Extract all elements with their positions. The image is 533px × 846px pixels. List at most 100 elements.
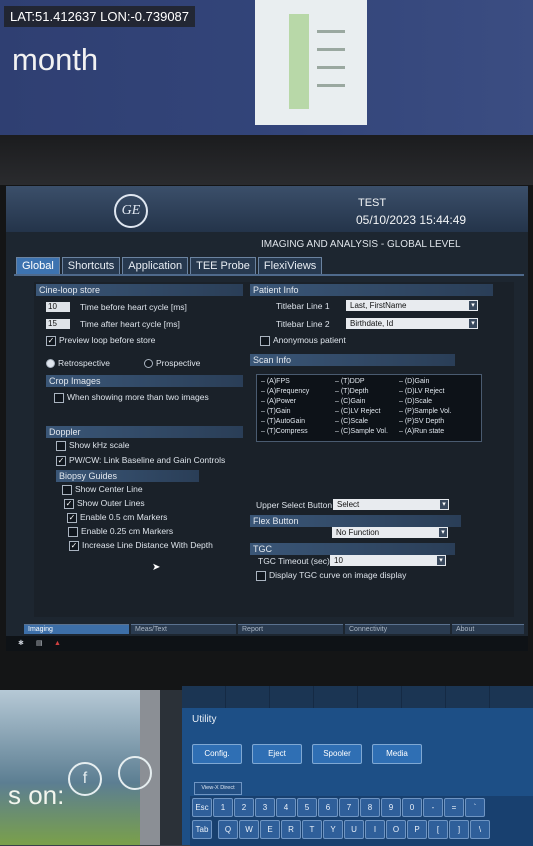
key[interactable]: 2 xyxy=(234,798,254,817)
increase-distance-checkbox[interactable]: ✓ Increase Line Distance With Depth xyxy=(69,540,213,551)
titlebar-line1-dropdown[interactable]: Last, FirstName ▾ xyxy=(346,300,478,311)
scan-item[interactable]: – (T)Gain xyxy=(261,408,291,415)
outer-lines-label: Show Outer Lines xyxy=(77,498,145,508)
eject-button[interactable]: Eject xyxy=(252,744,302,764)
key[interactable]: = xyxy=(444,798,464,817)
upper-select-dropdown[interactable]: Select ▾ xyxy=(333,499,449,510)
wall-poster xyxy=(255,0,367,125)
tab-shortcuts[interactable]: Shortcuts xyxy=(61,257,121,274)
flex-button-dropdown[interactable]: No Function ▾ xyxy=(332,527,448,538)
key[interactable]: 7 xyxy=(339,798,359,817)
biopsy-guides-header: Biopsy Guides xyxy=(56,470,199,482)
touch-top-icon[interactable] xyxy=(490,686,533,708)
touch-top-icon[interactable] xyxy=(446,686,489,708)
scan-item[interactable]: – (C)Gain xyxy=(335,398,365,405)
touch-top-icon[interactable] xyxy=(314,686,357,708)
key[interactable]: Y xyxy=(323,820,343,839)
tab-tee-probe[interactable]: TEE Probe xyxy=(190,257,256,274)
key-esc[interactable]: Esc xyxy=(192,798,212,817)
key[interactable]: I xyxy=(365,820,385,839)
scan-item[interactable]: – (A)Frequency xyxy=(261,388,309,395)
key[interactable]: 8 xyxy=(360,798,380,817)
marker-05-checkbox[interactable]: ✓ Enable 0.5 cm Markers xyxy=(67,512,167,523)
bottom-tab-bar: Imaging Meas/Text Report Connectivity Ab… xyxy=(24,624,524,634)
touch-top-icon[interactable] xyxy=(270,686,313,708)
tgc-display-checkbox[interactable]: Display TGC curve on image display xyxy=(256,570,406,581)
touch-top-icon[interactable] xyxy=(402,686,445,708)
time-after-input[interactable]: 15 xyxy=(46,319,70,329)
scan-item[interactable]: – (T)DDP xyxy=(335,378,365,385)
status-bar: ✱ ▤ ▲ xyxy=(6,636,528,651)
key-tab[interactable]: Tab xyxy=(192,820,212,839)
time-before-input[interactable]: 10 xyxy=(46,302,70,312)
printer-icon[interactable]: ▤ xyxy=(36,640,43,647)
key[interactable]: W xyxy=(239,820,259,839)
scan-item[interactable]: – (D)Gain xyxy=(399,378,429,385)
retrospective-radio[interactable]: Retrospective xyxy=(46,358,110,369)
link-baseline-checkbox[interactable]: ✓ PW/CW: Link Baseline and Gain Controls xyxy=(56,455,225,466)
bottom-tab-connectivity[interactable]: Connectivity xyxy=(345,624,450,634)
checkbox-empty-icon xyxy=(56,440,66,451)
touch-top-icon[interactable] xyxy=(358,686,401,708)
key[interactable]: \ xyxy=(470,820,490,839)
bottom-tab-imaging[interactable]: Imaging xyxy=(24,624,129,634)
preview-loop-checkbox[interactable]: ✓ Preview loop before store xyxy=(46,335,155,346)
key[interactable]: O xyxy=(386,820,406,839)
crop-images-checkbox[interactable]: When showing more than two images xyxy=(54,392,209,403)
spooler-button[interactable]: Spooler xyxy=(312,744,362,764)
scan-item[interactable]: – (C)Sample Vol. xyxy=(335,428,388,435)
key[interactable]: Q xyxy=(218,820,238,839)
gear-icon[interactable]: ✱ xyxy=(18,640,25,647)
tgc-timeout-dropdown[interactable]: 10 ▾ xyxy=(330,555,446,566)
view-direct-button[interactable]: View-X Direct xyxy=(194,782,242,795)
cine-loop-header: Cine-loop store xyxy=(36,284,243,296)
bottom-tab-report[interactable]: Report xyxy=(238,624,343,634)
key[interactable]: [ xyxy=(428,820,448,839)
key[interactable]: 9 xyxy=(381,798,401,817)
key[interactable]: 3 xyxy=(255,798,275,817)
tab-application[interactable]: Application xyxy=(122,257,189,274)
scan-item[interactable]: – (C)Scale xyxy=(335,418,368,425)
media-button[interactable]: Media xyxy=(372,744,422,764)
scan-item[interactable]: – (T)AutoGain xyxy=(261,418,305,425)
bottom-tab-about[interactable]: About xyxy=(452,624,524,634)
outer-lines-checkbox[interactable]: ✓ Show Outer Lines xyxy=(64,498,145,509)
key[interactable]: 5 xyxy=(297,798,317,817)
scan-item[interactable]: – (A)Power xyxy=(261,398,296,405)
scan-item[interactable]: – (P)Sample Vol. xyxy=(399,408,452,415)
key[interactable]: - xyxy=(423,798,443,817)
checkbox-checked-icon: ✓ xyxy=(67,512,77,523)
key[interactable]: ` xyxy=(465,798,485,817)
anonymous-checkbox[interactable]: Anonymous patient xyxy=(260,335,346,346)
key[interactable]: T xyxy=(302,820,322,839)
bottom-tab-meas-text[interactable]: Meas/Text xyxy=(131,624,236,634)
key[interactable]: ] xyxy=(449,820,469,839)
key[interactable]: P xyxy=(407,820,427,839)
key[interactable]: 6 xyxy=(318,798,338,817)
key[interactable]: 0 xyxy=(402,798,422,817)
prospective-radio[interactable]: Prospective xyxy=(144,358,200,369)
scan-item[interactable]: – (C)LV Reject xyxy=(335,408,380,415)
scan-item[interactable]: – (A)Run state xyxy=(399,428,444,435)
key[interactable]: U xyxy=(344,820,364,839)
khz-scale-checkbox[interactable]: Show kHz scale xyxy=(56,440,129,451)
marker-025-checkbox[interactable]: Enable 0.25 cm Markers xyxy=(68,526,173,537)
titlebar-line2-dropdown[interactable]: Birthdate, Id ▾ xyxy=(346,318,478,329)
scan-item[interactable]: – (P)SV Depth xyxy=(399,418,444,425)
tab-global[interactable]: Global xyxy=(16,257,60,274)
alert-icon[interactable]: ▲ xyxy=(54,640,61,647)
scan-item[interactable]: – (D)Scale xyxy=(399,398,432,405)
scan-item[interactable]: – (T)Depth xyxy=(335,388,368,395)
scan-item[interactable]: – (D)LV Reject xyxy=(399,388,444,395)
touch-top-icon[interactable] xyxy=(226,686,269,708)
key[interactable]: 4 xyxy=(276,798,296,817)
key[interactable]: E xyxy=(260,820,280,839)
center-line-checkbox[interactable]: Show Center Line xyxy=(62,484,143,495)
scan-item[interactable]: – (T)Compress xyxy=(261,428,308,435)
touch-top-icon[interactable] xyxy=(182,686,225,708)
key[interactable]: 1 xyxy=(213,798,233,817)
key[interactable]: R xyxy=(281,820,301,839)
tab-flexiviews[interactable]: FlexiViews xyxy=(257,257,323,274)
config-button[interactable]: Config. xyxy=(192,744,242,764)
scan-item[interactable]: – (A)FPS xyxy=(261,378,290,385)
